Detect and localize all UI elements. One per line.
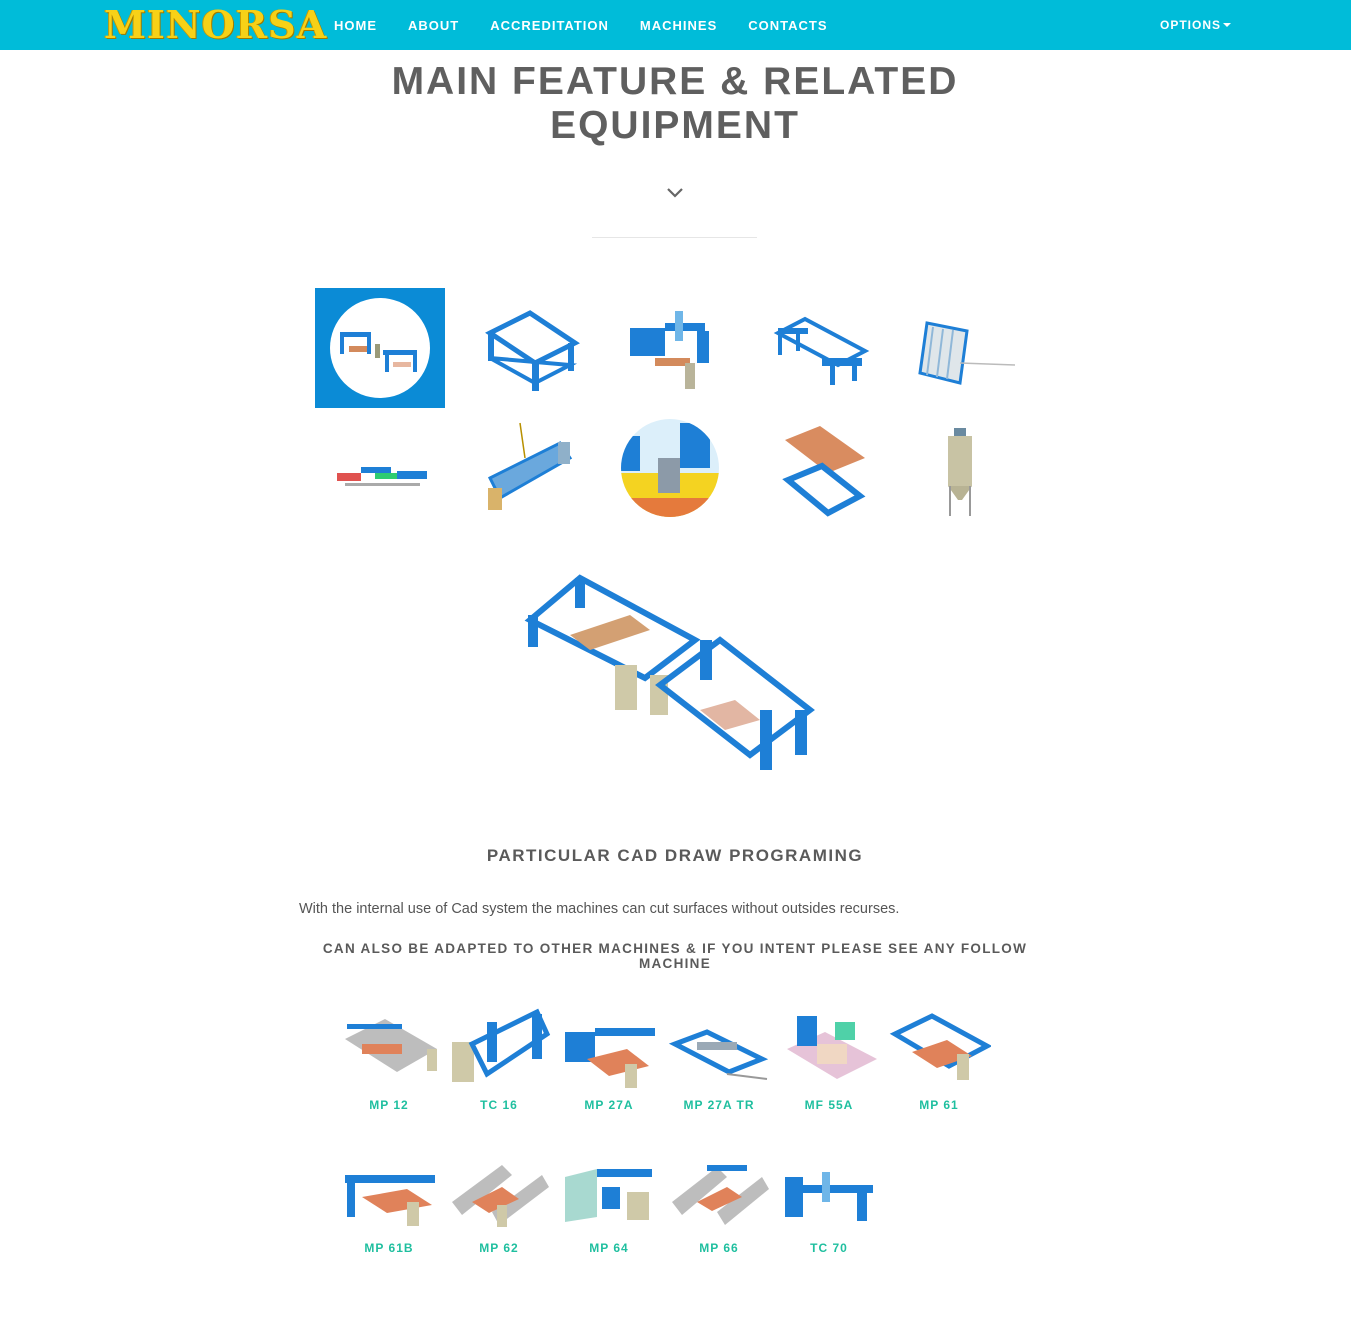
bridge-saw-icon: [630, 311, 709, 389]
silo-icon: [948, 428, 972, 516]
machine-label: MP 12: [369, 1098, 409, 1112]
cutting-head-closeup-icon: [621, 419, 719, 517]
machine-card-tc70[interactable]: TC 70: [775, 1143, 883, 1255]
adapt-heading: CAN ALSO BE ADAPTED TO OTHER MACHINES & …: [310, 941, 1040, 971]
feature-thumb-3[interactable]: [605, 288, 735, 408]
machine-frame-icon: [485, 310, 580, 391]
machine-mp64-image: [565, 1169, 652, 1222]
page-title: MAIN FEATURE & RELATED EQUIPMENT: [300, 60, 1050, 148]
nav-item-home[interactable]: HOME: [334, 18, 377, 33]
machine-label: MP 27A: [584, 1098, 634, 1112]
machine-card-tc16[interactable]: TC 16: [445, 1000, 553, 1112]
nav-item-contacts[interactable]: CONTACTS: [748, 18, 827, 33]
top-navbar: MINORSA HOME ABOUT ACCREDITATION MACHINE…: [0, 0, 1351, 50]
machine-tc70-image: [785, 1172, 873, 1221]
machine-card-mp27a-tr[interactable]: MP 27A TR: [665, 1000, 773, 1112]
page-title-line-2: EQUIPMENT: [550, 104, 800, 147]
conveyor-line-icon: [337, 467, 427, 486]
feature-thumb-9[interactable]: [750, 408, 880, 528]
feature-thumb-6[interactable]: [315, 408, 445, 528]
nav-item-machines[interactable]: MACHINES: [640, 18, 717, 33]
adapt-heading-line-1: CAN ALSO BE ADAPTED TO OTHER MACHINES & …: [322, 941, 1028, 956]
machine-card-mp61b[interactable]: MP 61B: [335, 1143, 443, 1255]
machine-card-mp64[interactable]: MP 64: [555, 1143, 663, 1255]
slab-table-icon: [782, 426, 866, 517]
machine-mp61-image: [889, 1013, 991, 1080]
machine-mf55a-image: [787, 1016, 877, 1079]
options-label: OPTIONS: [1160, 18, 1222, 32]
main-feature-image: [524, 574, 815, 770]
caret-down-icon: [1223, 23, 1232, 27]
machine-label: MP 61: [919, 1098, 959, 1112]
machine-card-mp12[interactable]: MP 12: [335, 1000, 443, 1112]
edge-polisher-icon: [487, 422, 573, 510]
machine-label: MP 62: [479, 1241, 519, 1255]
options-dropdown[interactable]: OPTIONS: [1160, 0, 1232, 50]
title-divider: [592, 237, 757, 238]
tilting-table-icon: [918, 321, 1015, 385]
logo-text: MINORSA: [104, 1, 328, 47]
machine-mp61b-image: [345, 1175, 435, 1226]
rail-frame-icon: [773, 316, 870, 385]
nav-item-about[interactable]: ABOUT: [408, 18, 459, 33]
machine-label: TC 70: [810, 1241, 848, 1255]
feature-thumb-8[interactable]: [605, 408, 735, 528]
machine-label: MF 55A: [804, 1098, 854, 1112]
nav-item-accreditation[interactable]: ACCREDITATION: [490, 18, 609, 33]
chevron-down-icon[interactable]: [666, 184, 684, 202]
machine-mp66-image: [672, 1165, 769, 1225]
feature-thumb-10[interactable]: [895, 408, 1025, 528]
machine-card-mp61[interactable]: MP 61: [885, 1000, 993, 1112]
machine-card-mp27a[interactable]: MP 27A: [555, 1000, 663, 1112]
machine-label: MP 27A TR: [683, 1098, 755, 1112]
brand-logo[interactable]: MINORSA: [104, 1, 328, 47]
feature-thumb-2[interactable]: [460, 288, 590, 408]
machine-mp62-image: [452, 1165, 549, 1227]
page-title-line-1: MAIN FEATURE & RELATED: [391, 60, 959, 103]
feature-thumb-4[interactable]: [750, 288, 880, 408]
feature-thumb-7[interactable]: [460, 408, 590, 528]
section-heading: PARTICULAR CAD DRAW PROGRAMING: [486, 846, 864, 865]
bridge-saw-line-icon: [340, 332, 417, 372]
machine-mp12-image: [345, 1019, 437, 1072]
machine-mp27a-tr-image: [668, 1029, 769, 1080]
machine-mp27a-image: [565, 1028, 655, 1088]
machine-card-mp66[interactable]: MP 66: [665, 1143, 773, 1255]
machine-tc16-image: [452, 1008, 551, 1082]
machine-card-mp62[interactable]: MP 62: [445, 1143, 553, 1255]
machine-label: TC 16: [480, 1098, 518, 1112]
machine-label: MP 64: [589, 1241, 629, 1255]
machine-card-mf55a[interactable]: MF 55A: [775, 1000, 883, 1112]
feature-thumb-5[interactable]: [895, 288, 1025, 408]
adapt-heading-line-2: MACHINE: [638, 956, 712, 971]
section-description: With the internal use of Cad system the …: [299, 901, 900, 917]
feature-thumb-1[interactable]: [315, 288, 445, 408]
nav-menu: HOME ABOUT ACCREDITATION MACHINES CONTAC…: [334, 0, 859, 50]
machine-label: MP 61B: [364, 1241, 414, 1255]
machine-label: MP 66: [699, 1241, 739, 1255]
